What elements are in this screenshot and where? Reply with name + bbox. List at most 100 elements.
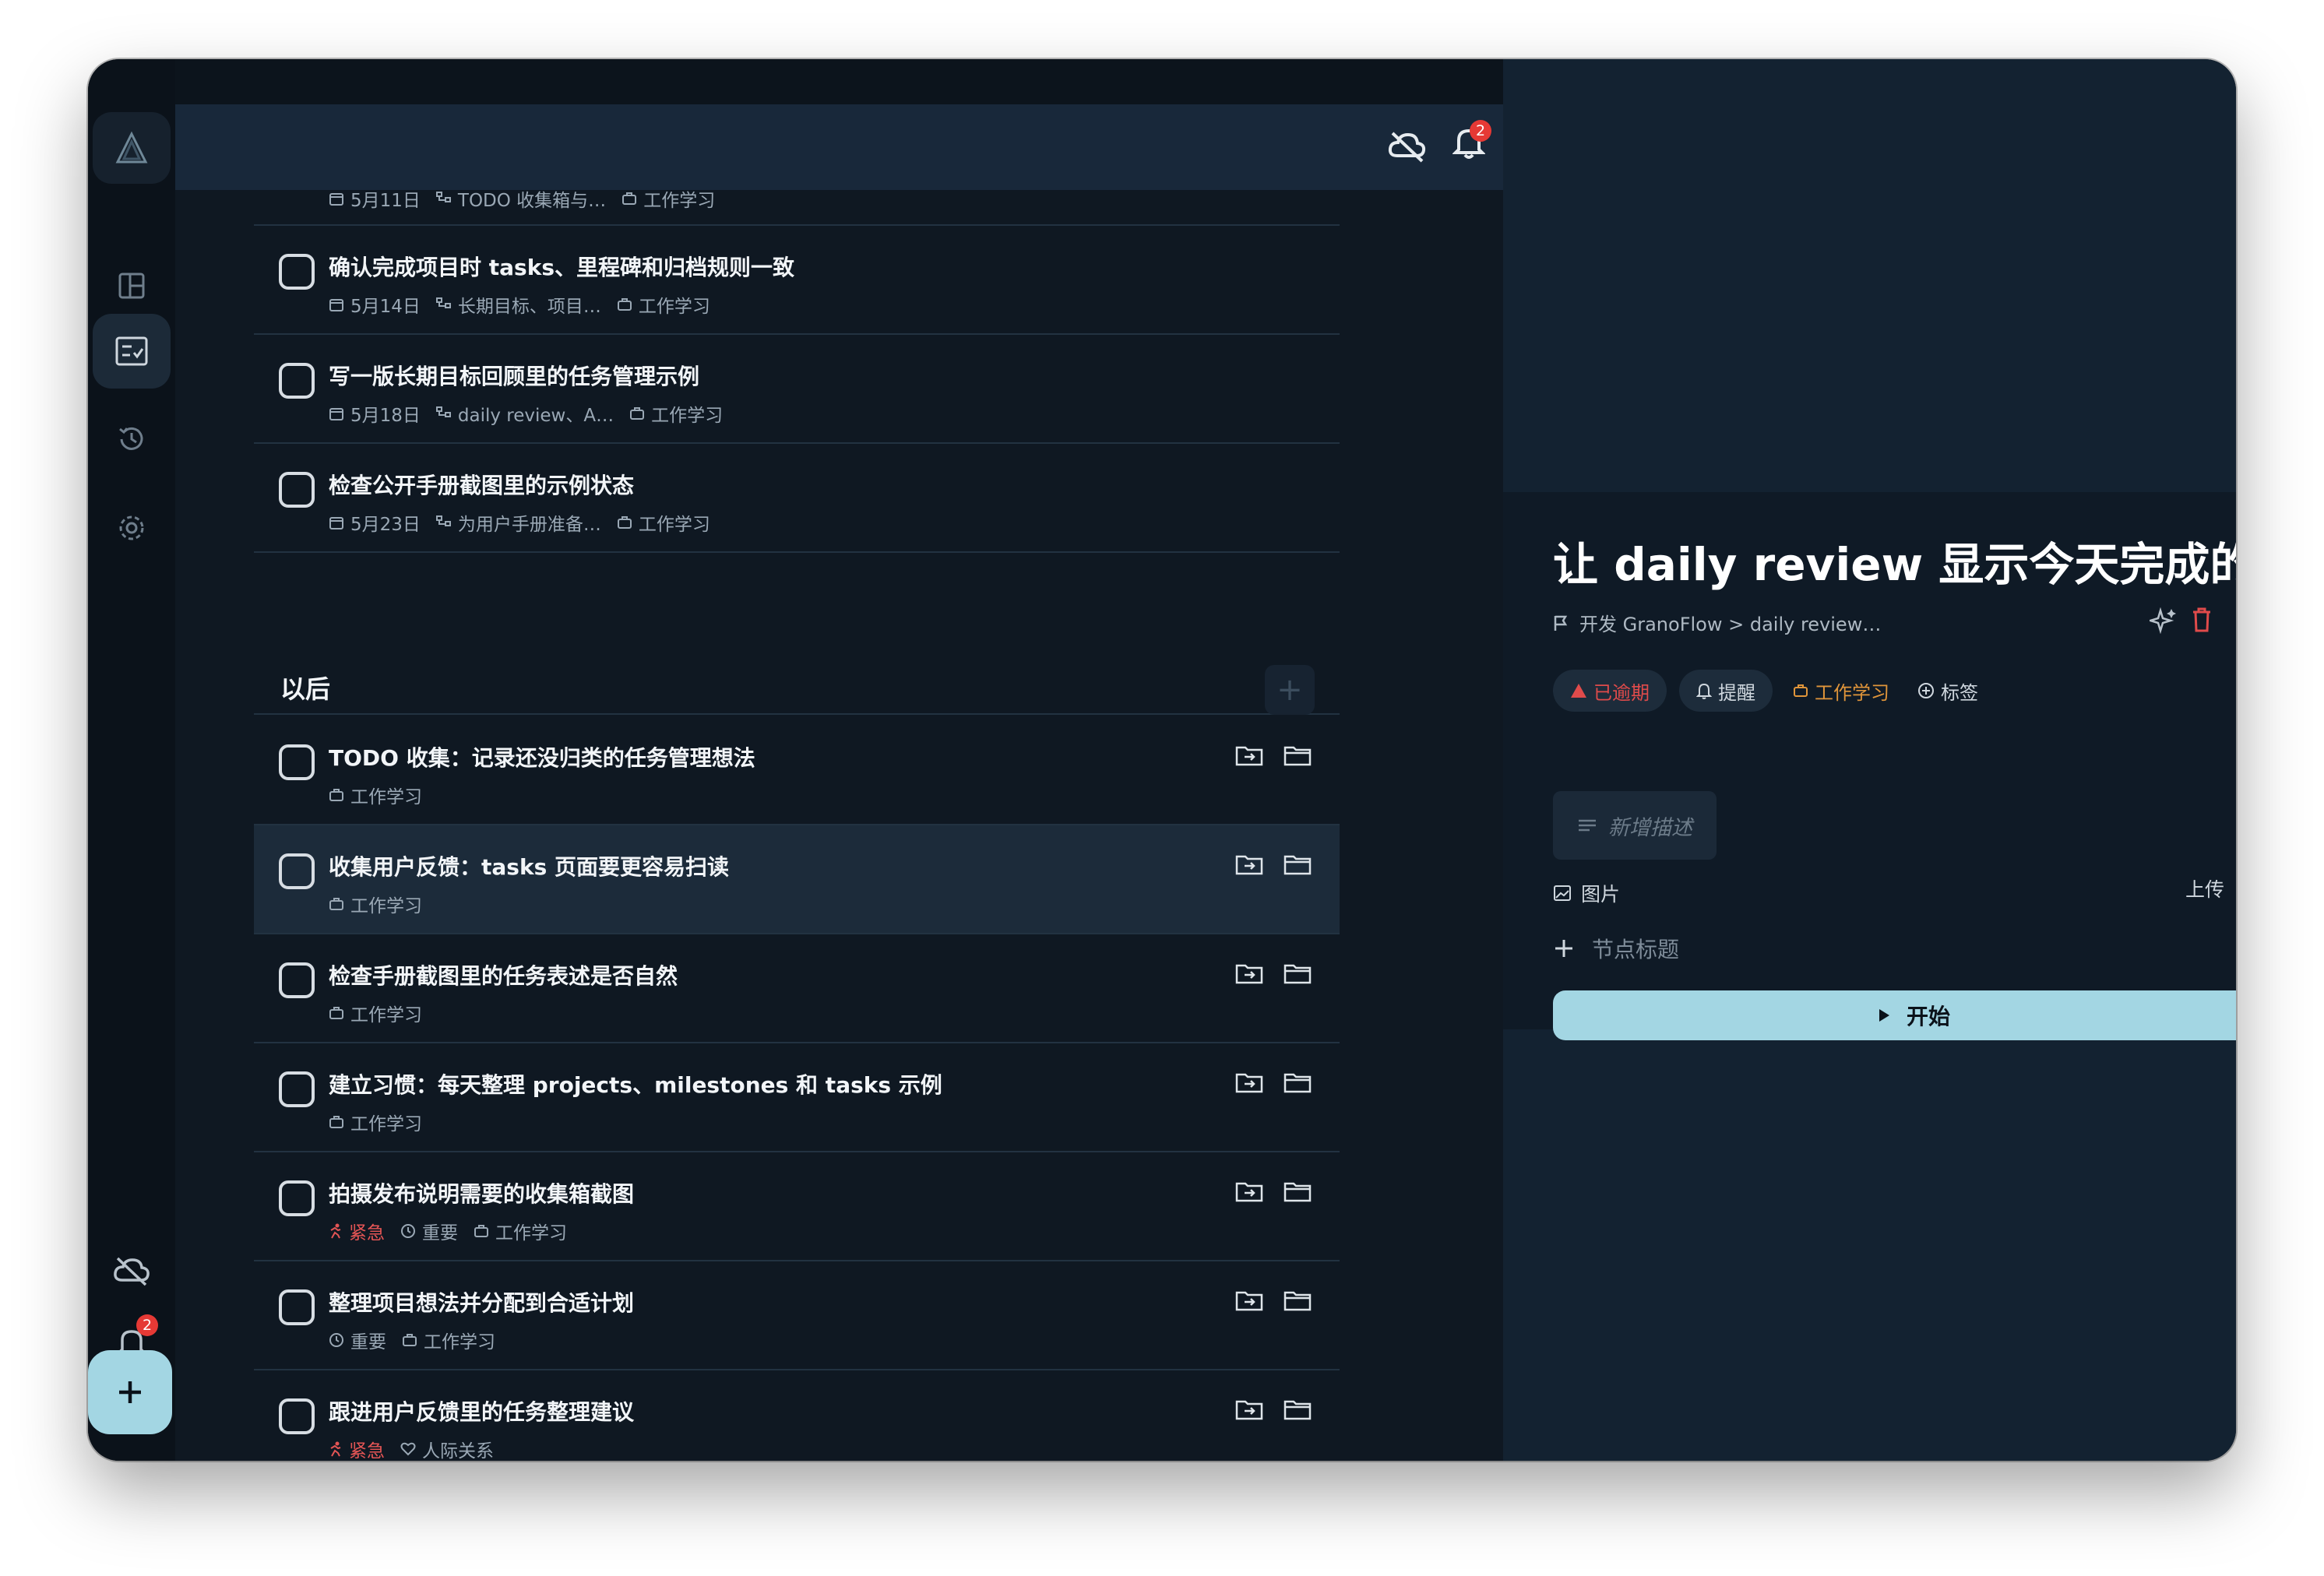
sidebar: 2	[88, 59, 175, 1461]
task-checkbox[interactable]	[279, 1071, 315, 1107]
nav-dashboard[interactable]	[93, 248, 171, 323]
bell-icon	[1696, 683, 1712, 699]
briefcase-icon	[329, 1007, 343, 1019]
row-actions	[1235, 1288, 1312, 1313]
task-row[interactable]: 建立习惯：每天整理 projects、milestones 和 tasks 示例…	[254, 1043, 1340, 1152]
hierarchy-icon	[435, 297, 451, 308]
app-logo[interactable]	[93, 112, 171, 184]
task-row[interactable]: TODO 收集：记录还没归类的任务管理想法 工作学习	[254, 716, 1340, 825]
task-area: 工作学习	[329, 1000, 422, 1026]
area-chip[interactable]: 工作学习	[1785, 670, 1897, 712]
trash-icon[interactable]	[2192, 607, 2212, 632]
add-tag-chip[interactable]: 标签	[1910, 670, 1986, 712]
move-to-folder-button[interactable]	[1235, 1397, 1263, 1422]
add-node-input[interactable]: 节点标题	[1553, 933, 1679, 964]
task-title: TODO 收集：记录还没归类的任务管理想法	[329, 745, 755, 771]
briefcase-icon	[1794, 684, 1808, 697]
task-checkbox[interactable]	[279, 363, 315, 399]
task-row-selected[interactable]: 收集用户反馈：tasks 页面要更容易扫读 工作学习	[254, 825, 1340, 934]
row-actions	[1235, 852, 1312, 877]
breadcrumb[interactable]: 开发 GranoFlow > daily review…	[1553, 609, 1881, 636]
task-project: daily review、A…	[435, 400, 614, 427]
due-date: 5月23日	[329, 509, 421, 536]
task-area: 工作学习	[402, 1327, 495, 1353]
task-title: 写一版长期目标回顾里的任务管理示例	[329, 364, 700, 389]
task-area: 工作学习	[617, 291, 710, 318]
task-detail-card: 让 daily review 显示今天完成的 TOD 开发 GranoFlow …	[1503, 492, 2236, 1040]
open-folder-button[interactable]	[1283, 1070, 1312, 1095]
task-area: 人际关系	[400, 1436, 494, 1461]
add-task-button[interactable]	[88, 1350, 172, 1434]
clock-icon	[329, 1333, 343, 1347]
task-row[interactable]: 确认完成项目时 tasks、里程碑和归档规则一致 5月14日 长期目标、项目… …	[254, 226, 1340, 335]
overdue-chip[interactable]: 已逾期	[1553, 670, 1667, 712]
move-to-folder-button[interactable]	[1235, 1288, 1263, 1313]
image-section: 图片	[1553, 874, 2236, 913]
reminder-chip[interactable]: 提醒	[1679, 670, 1773, 712]
task-meta: 工作学习	[329, 1109, 422, 1135]
move-to-folder-button[interactable]	[1235, 1179, 1263, 1204]
nav-history[interactable]	[93, 402, 171, 477]
task-row[interactable]: 拍摄发布说明需要的收集箱截图 紧急 重要 工作学习	[254, 1152, 1340, 1261]
folder-icon	[1283, 746, 1312, 766]
section-add-button[interactable]: +	[1265, 665, 1315, 715]
open-folder-button[interactable]	[1283, 961, 1312, 986]
start-button[interactable]: 开始	[1553, 990, 2236, 1040]
task-checkbox[interactable]	[279, 744, 315, 780]
clock-icon	[401, 1224, 415, 1238]
add-circle-icon	[1918, 683, 1934, 698]
task-area: 工作学习	[474, 1218, 567, 1244]
task-meta: 工作学习	[329, 891, 422, 917]
description-input[interactable]: 新增描述	[1553, 791, 1717, 860]
folder-move-icon	[1235, 1073, 1263, 1093]
upload-button[interactable]: 上传	[2185, 874, 2224, 902]
task-meta: 5月18日 daily review、A… 工作学习	[329, 400, 723, 427]
calendar-icon	[329, 299, 343, 311]
task-row[interactable]: 检查手册截图里的任务表述是否自然 工作学习	[254, 934, 1340, 1043]
open-folder-button[interactable]	[1283, 743, 1312, 768]
move-to-folder-button[interactable]	[1235, 961, 1263, 986]
move-to-folder-button[interactable]	[1235, 852, 1263, 877]
folder-move-icon	[1235, 964, 1263, 984]
urgent-flag: 紧急	[329, 1218, 385, 1244]
text-lines-icon	[1579, 819, 1596, 832]
task-meta: 工作学习	[329, 782, 422, 808]
task-checkbox[interactable]	[279, 1398, 315, 1434]
task-checkbox[interactable]	[279, 254, 315, 290]
hierarchy-icon	[435, 515, 451, 526]
task-checkbox[interactable]	[279, 962, 315, 998]
folder-move-icon	[1235, 1182, 1263, 1202]
sync-off-button[interactable]	[93, 1233, 171, 1308]
task-project: 长期目标、项目…	[435, 291, 601, 318]
move-to-folder-button[interactable]	[1235, 743, 1263, 768]
task-row[interactable]: 检查公开手册截图里的示例状态 5月23日 为用户手册准备… 工作学习	[254, 444, 1340, 553]
move-to-folder-button[interactable]	[1235, 1070, 1263, 1095]
cloud-off-icon[interactable]	[1388, 129, 1427, 164]
task-meta: 紧急 重要 工作学习	[329, 1218, 567, 1244]
folder-icon	[1283, 1073, 1312, 1093]
task-checkbox[interactable]	[279, 472, 315, 508]
briefcase-icon	[403, 1334, 417, 1346]
task-row[interactable]: 跟进用户反馈里的任务整理建议 紧急 人际关系	[254, 1370, 1340, 1461]
task-row[interactable]: 写一版长期目标回顾里的任务管理示例 5月18日 daily review、A… …	[254, 335, 1340, 444]
play-icon	[1879, 1009, 1889, 1022]
task-meta: 重要 工作学习	[329, 1327, 495, 1353]
nav-tasks[interactable]	[93, 314, 171, 389]
task-detail-title[interactable]: 让 daily review 显示今天完成的 TOD	[1553, 528, 2236, 593]
task-checkbox[interactable]	[279, 853, 315, 889]
task-checkbox[interactable]	[279, 1180, 315, 1216]
row-actions	[1235, 1397, 1312, 1422]
sparkle-icon[interactable]	[2150, 607, 2178, 634]
open-folder-button[interactable]	[1283, 852, 1312, 877]
notifications-button[interactable]: 2	[1452, 120, 1491, 164]
top-toolbar: 2	[175, 104, 1503, 190]
folder-icon	[1283, 1400, 1312, 1420]
hierarchy-icon	[435, 192, 451, 202]
task-checkbox[interactable]	[279, 1289, 315, 1325]
open-folder-button[interactable]	[1283, 1288, 1312, 1313]
open-folder-button[interactable]	[1283, 1179, 1312, 1204]
briefcase-icon	[630, 407, 645, 420]
task-row[interactable]: 整理项目想法并分配到合适计划 重要 工作学习	[254, 1261, 1340, 1370]
open-folder-button[interactable]	[1283, 1397, 1312, 1422]
nav-settings[interactable]	[93, 491, 171, 565]
